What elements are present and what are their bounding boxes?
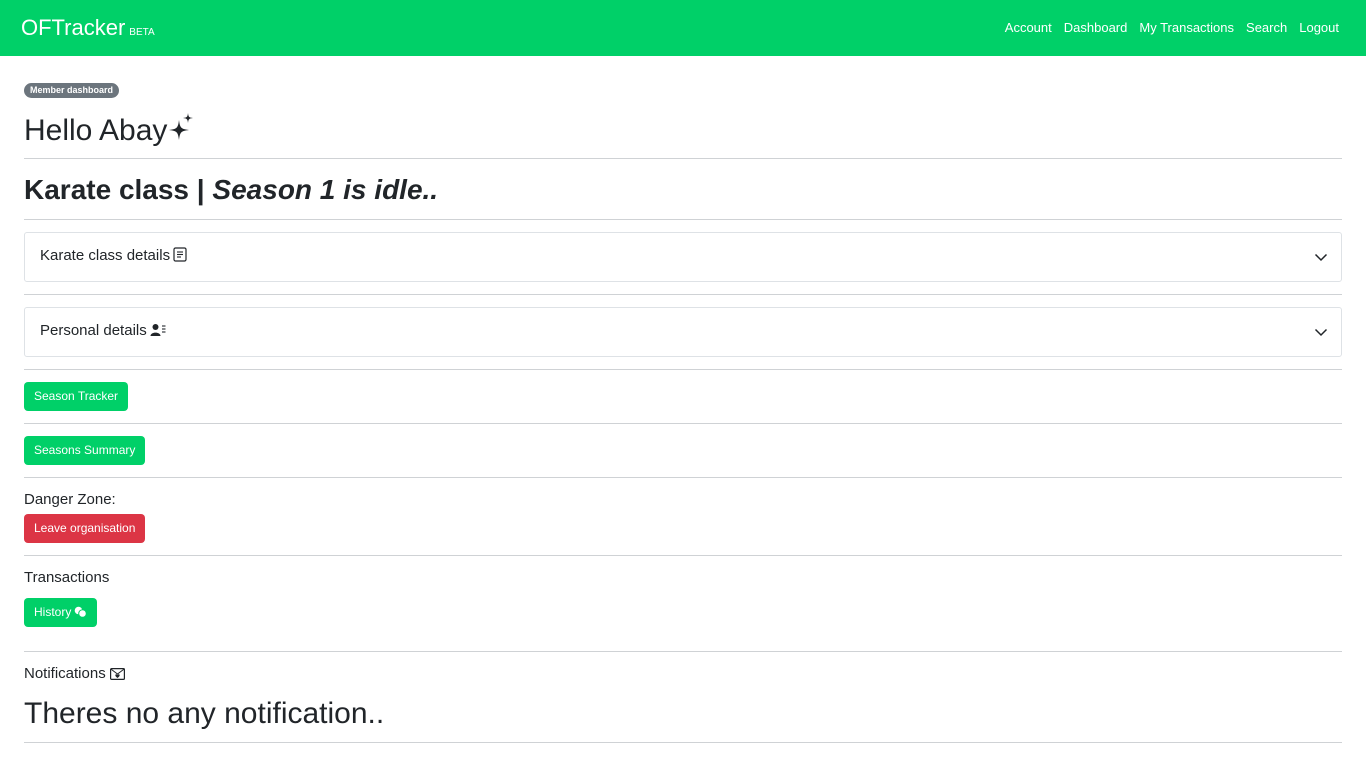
history-button[interactable]: History bbox=[24, 598, 98, 627]
divider bbox=[24, 651, 1342, 652]
accordion-title: Personal details bbox=[40, 321, 166, 341]
divider bbox=[24, 742, 1342, 743]
top-navbar: OFTracker BETA Account Dashboard My Trans… bbox=[0, 0, 1366, 56]
divider bbox=[24, 369, 1342, 370]
nav-search[interactable]: Search bbox=[1246, 20, 1287, 36]
document-icon bbox=[173, 247, 187, 262]
divider bbox=[24, 294, 1342, 295]
leave-organisation-button[interactable]: Leave organisation bbox=[24, 514, 146, 543]
nav-my-transactions[interactable]: My Transactions bbox=[1139, 20, 1234, 36]
seasons-summary-button[interactable]: Seasons Summary bbox=[24, 436, 146, 465]
divider bbox=[24, 158, 1342, 159]
notifications-label: Notifications bbox=[24, 664, 125, 684]
divider bbox=[24, 555, 1342, 556]
divider bbox=[24, 477, 1342, 478]
season-tracker-button[interactable]: Season Tracker bbox=[24, 382, 129, 411]
transactions-label: Transactions bbox=[24, 569, 110, 586]
divider bbox=[24, 423, 1342, 424]
person-lines-icon bbox=[150, 324, 166, 336]
brand-logo[interactable]: OFTracker BETA bbox=[21, 14, 155, 47]
accordion-label: Personal details bbox=[40, 322, 147, 339]
coins-icon bbox=[75, 606, 88, 618]
accordion-personal-details[interactable]: Personal details bbox=[24, 307, 1342, 357]
greeting-heading: Hello Abay bbox=[24, 112, 194, 149]
greeting-text: Hello Abay bbox=[24, 114, 168, 147]
accordion-label: Karate class details bbox=[40, 247, 171, 264]
season-status: Season 1 is idle.. bbox=[212, 174, 439, 205]
member-dashboard-badge: Member dashboard bbox=[24, 83, 120, 98]
chevron-down-icon bbox=[1314, 253, 1328, 262]
brand-name: OFTracker bbox=[21, 15, 126, 40]
accordion-org-details[interactable]: Karate class details bbox=[24, 232, 1342, 282]
divider bbox=[24, 219, 1342, 220]
org-name: Karate class bbox=[24, 174, 190, 205]
envelope-heart-icon bbox=[109, 668, 125, 681]
nav-logout[interactable]: Logout bbox=[1299, 20, 1339, 36]
nav-account[interactable]: Account bbox=[1005, 20, 1052, 36]
nav-links: Account Dashboard My Transactions Search… bbox=[1005, 20, 1339, 36]
empty-notifications-message: Theres no any notification.. bbox=[24, 697, 385, 730]
history-button-label: History bbox=[34, 605, 72, 619]
heading-separator: | bbox=[196, 174, 205, 205]
sparkles-icon bbox=[169, 113, 194, 140]
accordion-title: Karate class details bbox=[40, 246, 187, 266]
beta-badge: BETA bbox=[129, 27, 155, 38]
danger-zone-label: Danger Zone: bbox=[24, 491, 116, 508]
chevron-down-icon bbox=[1314, 328, 1328, 337]
season-heading: Karate class | Season 1 is idle.. bbox=[24, 173, 438, 207]
nav-dashboard[interactable]: Dashboard bbox=[1064, 20, 1128, 36]
notifications-title: Notifications bbox=[24, 665, 106, 682]
